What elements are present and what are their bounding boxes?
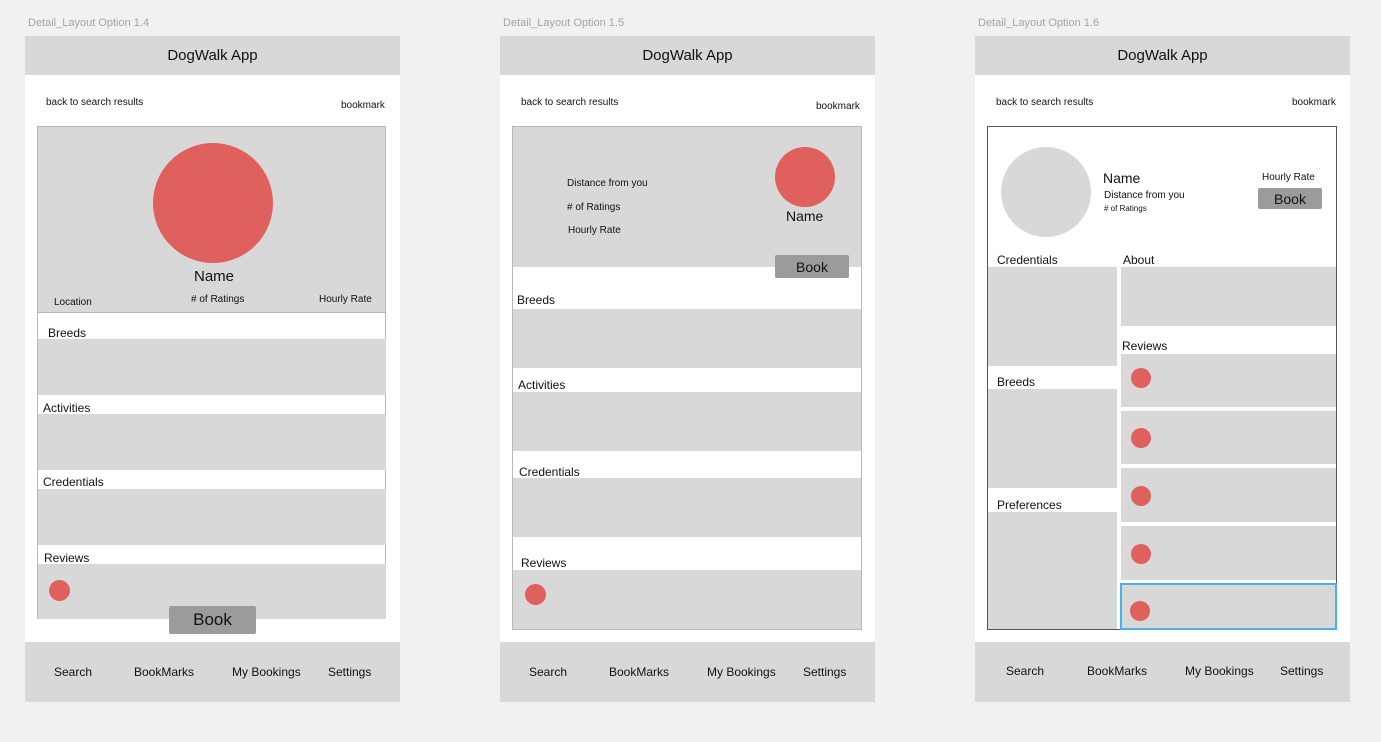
book-button[interactable]: Book xyxy=(1258,188,1322,209)
hourly-rate: Hourly Rate xyxy=(1262,172,1315,183)
app-header: DogWalk App xyxy=(25,36,400,75)
activities-heading: Activities xyxy=(518,378,566,392)
tab-bar: Search BookMarks My Bookings Settings xyxy=(25,642,400,702)
activities-heading: Activities xyxy=(43,401,91,415)
artboard-label-1-5: Detail_Layout Option 1.5 xyxy=(503,17,625,29)
reviewer-avatar xyxy=(1131,368,1151,388)
review-card-selected[interactable] xyxy=(1120,583,1337,630)
walker-name: Name xyxy=(194,268,235,285)
app-title: DogWalk App xyxy=(167,47,258,64)
reviews-content xyxy=(513,570,861,629)
app-title: DogWalk App xyxy=(642,47,733,64)
tab-settings[interactable]: Settings xyxy=(803,665,846,679)
reviewer-avatar xyxy=(1131,486,1151,506)
tab-bar: Search BookMarks My Bookings Settings xyxy=(975,642,1350,702)
tab-my-bookings[interactable]: My Bookings xyxy=(232,665,301,679)
about-content xyxy=(1121,267,1336,326)
credentials-content xyxy=(38,489,386,545)
ratings-count: # of Ratings xyxy=(1104,204,1147,213)
bookmark-link[interactable]: bookmark xyxy=(1292,97,1336,108)
walker-name: Name xyxy=(786,208,824,224)
breeds-content xyxy=(38,339,386,395)
tab-bookmarks[interactable]: BookMarks xyxy=(134,665,194,679)
review-card xyxy=(1121,354,1336,407)
breeds-heading: Breeds xyxy=(997,375,1036,389)
location-text: Location xyxy=(54,297,92,308)
breeds-content xyxy=(513,309,861,368)
avatar xyxy=(775,147,835,207)
back-to-search-link[interactable]: back to search results xyxy=(996,97,1093,108)
bookmark-link[interactable]: bookmark xyxy=(816,101,860,112)
review-card xyxy=(1121,468,1336,522)
breeds-content xyxy=(988,389,1117,488)
walker-name: Name xyxy=(1103,170,1141,186)
app-header: DogWalk App xyxy=(500,36,875,75)
hourly-rate: Hourly Rate xyxy=(319,294,372,305)
ratings-count: # of Ratings xyxy=(191,294,245,305)
tab-settings[interactable]: Settings xyxy=(328,665,371,679)
book-button[interactable]: Book xyxy=(169,606,256,634)
avatar xyxy=(153,143,273,263)
distance-text: Distance from you xyxy=(567,178,648,189)
credentials-heading: Credentials xyxy=(997,253,1058,267)
bookmark-link[interactable]: bookmark xyxy=(341,100,385,111)
reviews-heading: Reviews xyxy=(44,551,90,565)
review-card xyxy=(1121,411,1336,464)
frame-option-1-5: DogWalk App back to search results bookm… xyxy=(500,36,875,702)
back-to-search-link[interactable]: back to search results xyxy=(521,97,618,108)
tab-my-bookings[interactable]: My Bookings xyxy=(1185,664,1254,678)
tab-search[interactable]: Search xyxy=(54,665,92,679)
preferences-content xyxy=(988,512,1117,629)
app-header: DogWalk App xyxy=(975,36,1350,75)
tab-bar: Search BookMarks My Bookings Settings xyxy=(500,642,875,702)
reviewer-avatar xyxy=(1131,428,1151,448)
credentials-heading: Credentials xyxy=(519,465,580,479)
credentials-content xyxy=(513,478,861,537)
avatar xyxy=(1001,147,1091,237)
tab-search[interactable]: Search xyxy=(1006,664,1044,678)
reviewer-avatar xyxy=(49,580,70,601)
app-title: DogWalk App xyxy=(1117,47,1208,64)
tab-search[interactable]: Search xyxy=(529,665,567,679)
reviews-heading: Reviews xyxy=(1122,339,1168,353)
credentials-heading: Credentials xyxy=(43,475,104,489)
tab-bookmarks[interactable]: BookMarks xyxy=(609,665,669,679)
review-card xyxy=(1121,526,1336,580)
reviews-heading: Reviews xyxy=(521,556,567,570)
preferences-heading: Preferences xyxy=(997,498,1062,512)
frame-option-1-4: DogWalk App back to search results bookm… xyxy=(25,36,400,702)
reviewer-avatar xyxy=(525,584,546,605)
breeds-heading: Breeds xyxy=(48,326,87,340)
reviewer-avatar xyxy=(1130,601,1150,621)
credentials-content xyxy=(988,267,1117,366)
tab-bookmarks[interactable]: BookMarks xyxy=(1087,664,1147,678)
reviewer-avatar xyxy=(1131,544,1151,564)
artboard-label-1-6: Detail_Layout Option 1.6 xyxy=(978,17,1100,29)
breeds-heading: Breeds xyxy=(517,293,556,307)
frame-option-1-6: DogWalk App back to search results bookm… xyxy=(975,36,1350,702)
activities-content xyxy=(513,392,861,451)
back-to-search-link[interactable]: back to search results xyxy=(46,97,143,108)
artboard-label-1-4: Detail_Layout Option 1.4 xyxy=(28,17,150,29)
ratings-count: # of Ratings xyxy=(567,202,621,213)
book-button[interactable]: Book xyxy=(775,255,849,278)
tab-my-bookings[interactable]: My Bookings xyxy=(707,665,776,679)
tab-settings[interactable]: Settings xyxy=(1280,664,1323,678)
distance-text: Distance from you xyxy=(1104,190,1185,201)
hourly-rate: Hourly Rate xyxy=(568,225,621,236)
about-heading: About xyxy=(1123,253,1155,267)
activities-content xyxy=(38,414,386,470)
